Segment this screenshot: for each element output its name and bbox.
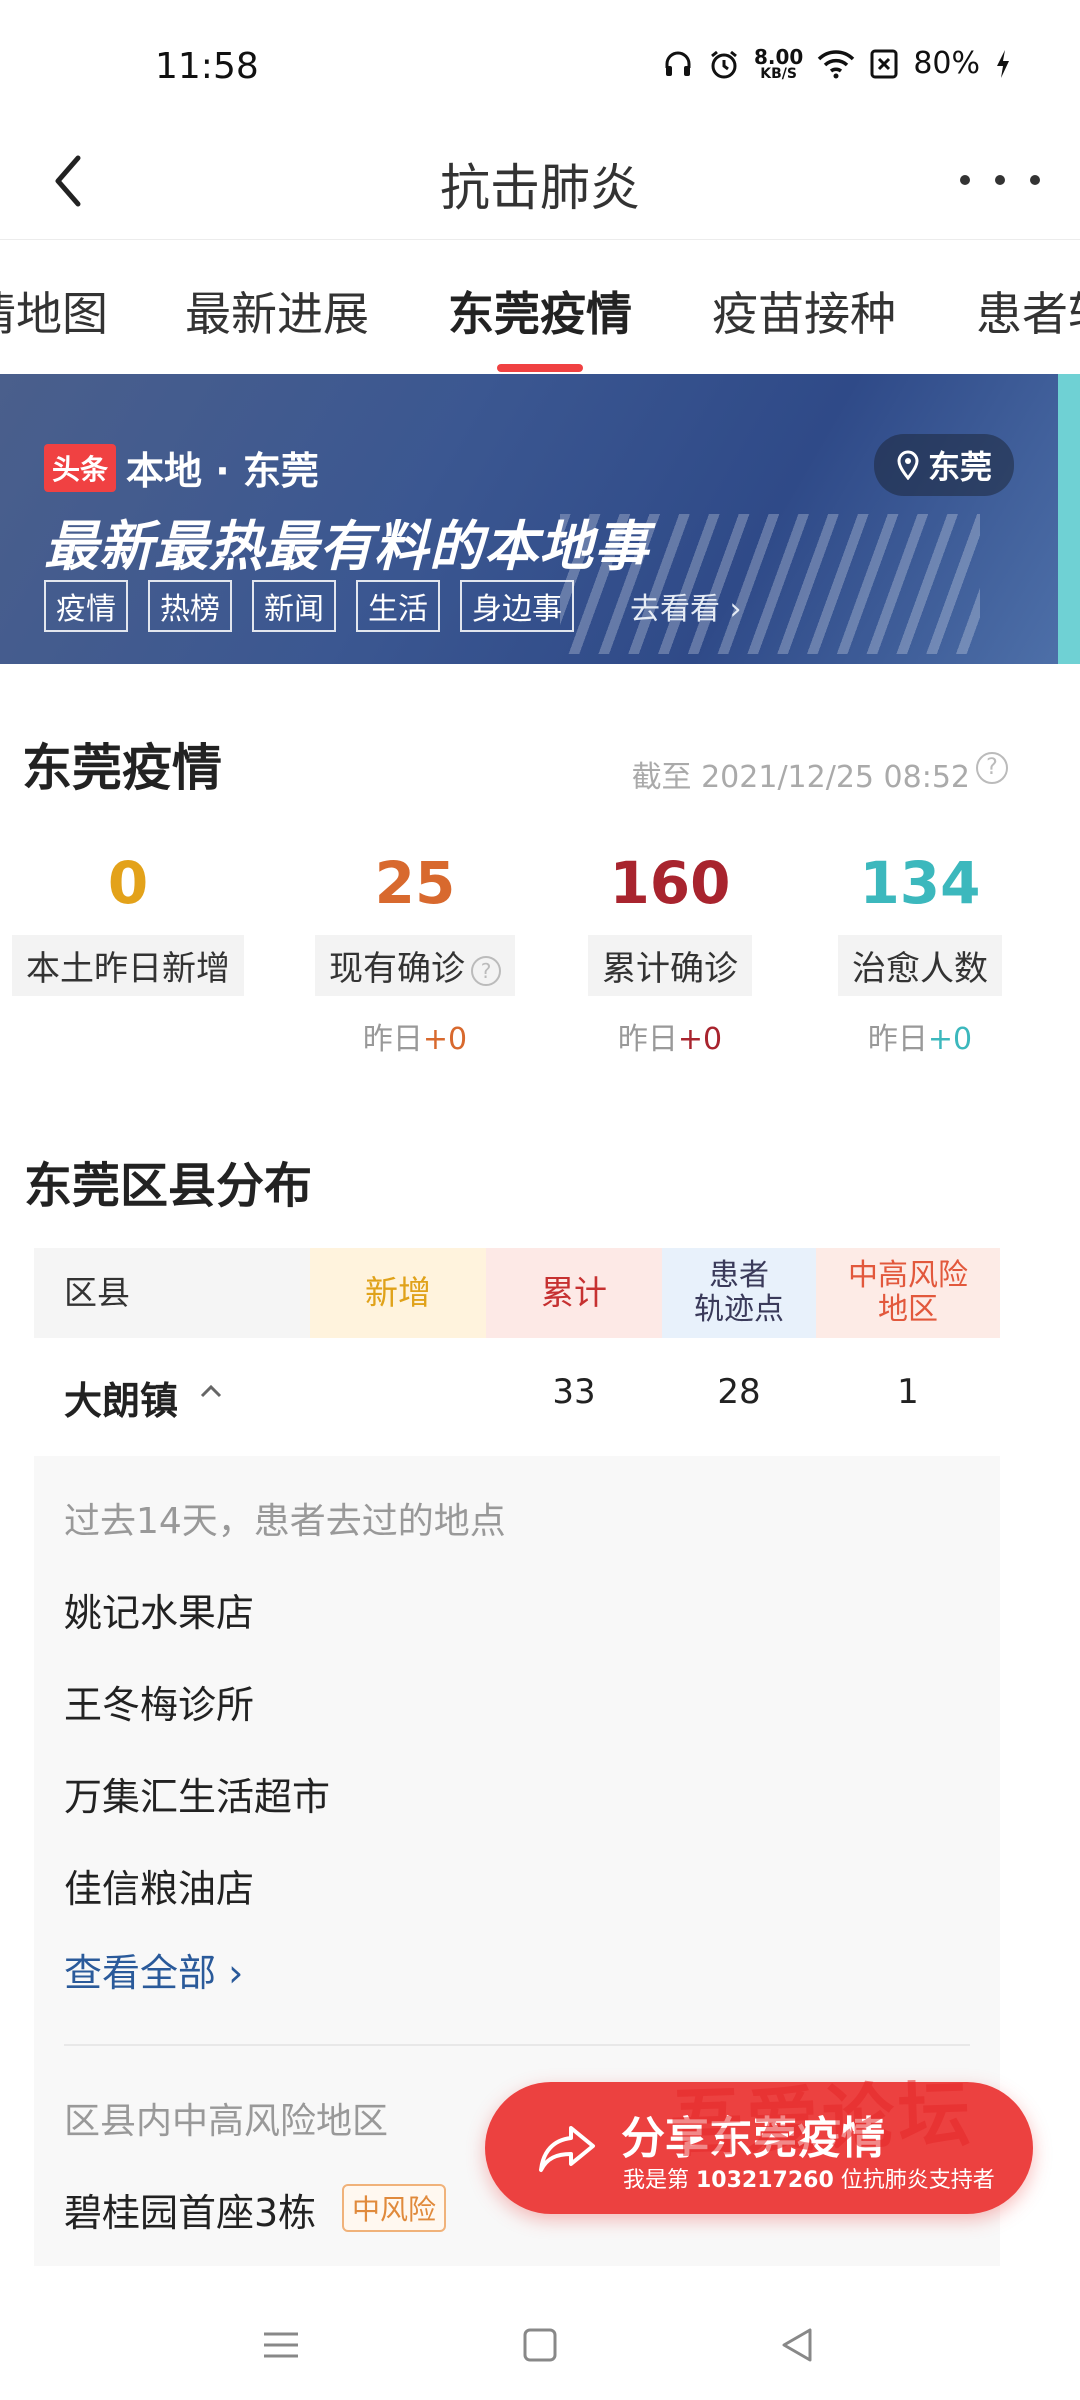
location-label: 东莞 xyxy=(927,448,992,486)
stat-label: 治愈人数 xyxy=(838,935,1002,996)
menu-icon[interactable] xyxy=(256,2320,306,2370)
status-bar: 11:58 8.00 KB/S 80% xyxy=(0,0,1080,130)
toutiao-logo: 头条 xyxy=(44,443,117,492)
chevron-up-icon[interactable] xyxy=(198,1378,224,1404)
next-banner-peek xyxy=(1058,374,1080,664)
delta-value: +0 xyxy=(677,1022,723,1057)
tab-bar: 情地图 最新进展 东莞疫情 疫苗接种 患者轨 xyxy=(0,242,1080,374)
stat-current-confirmed: 25 现有确诊? 昨日+0 xyxy=(295,845,535,1058)
stat-value: 25 xyxy=(374,849,456,917)
header: 抗击肺炎 xyxy=(0,120,1080,240)
stat-label: 本土昨日新增 xyxy=(12,935,244,996)
charging-icon xyxy=(997,49,1009,78)
stat-delta: 昨日+0 xyxy=(295,1014,535,1058)
tab-patient-trace[interactable]: 患者轨 xyxy=(976,278,1080,344)
as-of-timestamp: 截至 2021/12/25 08:52 xyxy=(631,760,970,795)
delta-prefix: 昨日 xyxy=(867,1022,928,1057)
list-item[interactable]: 姚记水果店 xyxy=(64,1582,254,1637)
system-nav-bar xyxy=(0,2290,1080,2400)
sim-off-icon xyxy=(870,49,898,78)
banner-tag[interactable]: 疫情 xyxy=(44,580,128,632)
risk-area-title: 区县内中高风险地区 xyxy=(64,2101,389,2142)
stat-label-text: 现有确诊 xyxy=(329,949,465,989)
banner-go-link[interactable]: 去看看 › xyxy=(630,584,742,628)
column-header-risk[interactable]: 中高风险 地区 xyxy=(816,1248,1000,1338)
net-speed: 8.00 KB/S xyxy=(754,47,803,81)
district-name: 大朗镇 xyxy=(64,1379,179,1423)
stat-value: 0 xyxy=(107,849,149,917)
banner-tag[interactable]: 热榜 xyxy=(148,580,232,632)
risk-level-badge: 中风险 xyxy=(342,2184,447,2232)
location-pin-icon xyxy=(897,450,919,480)
stat-label: 累计确诊 xyxy=(588,935,752,996)
column-header-area: 区县 xyxy=(34,1248,310,1338)
banner-tag[interactable]: 新闻 xyxy=(252,580,336,632)
view-all-link[interactable]: 查看全部 › xyxy=(64,1942,243,1997)
more-options-icon[interactable] xyxy=(960,160,1040,200)
district-table-header: 区县 新增 累计 患者 轨迹点 中高风险 地区 xyxy=(34,1248,1000,1338)
stat-value: 134 xyxy=(859,849,981,917)
active-tab-indicator xyxy=(497,364,583,372)
column-header-trace-label: 患者 轨迹点 xyxy=(694,1258,784,1327)
stat-value: 160 xyxy=(609,849,731,917)
banner-tag[interactable]: 身边事 xyxy=(460,580,574,632)
share-sub-prefix: 我是第 xyxy=(623,2168,696,2193)
tab-latest-progress[interactable]: 最新进展 xyxy=(185,278,369,344)
local-news-banner[interactable]: 头条 本地 · 东莞 东莞 最新最热最有料的本地事 疫情 热榜 新闻 生活 身边… xyxy=(0,374,1058,664)
back-triangle-icon[interactable] xyxy=(772,2320,822,2370)
alarm-icon xyxy=(711,50,737,78)
delta-value: +0 xyxy=(422,1022,468,1057)
share-icon xyxy=(539,2126,595,2172)
cell-risk: 1 xyxy=(897,1372,919,1412)
wifi-icon xyxy=(818,49,855,78)
stat-total-confirmed: 160 累计确诊 昨日+0 xyxy=(550,845,790,1058)
district-title: 东莞区县分布 xyxy=(24,1158,313,1214)
stat-recovered: 134 治愈人数 昨日+0 xyxy=(800,845,1040,1058)
list-item[interactable]: 王冬梅诊所 xyxy=(64,1674,254,1729)
tab-dongguan-epidemic[interactable]: 东莞疫情 xyxy=(448,278,632,344)
banner-tags: 疫情 热榜 新闻 生活 身边事 去看看 › xyxy=(44,580,742,632)
headphone-icon xyxy=(665,51,691,76)
column-header-trace[interactable]: 患者 轨迹点 xyxy=(662,1248,816,1338)
summary-title: 东莞疫情 xyxy=(22,739,222,797)
stat-delta: 昨日+0 xyxy=(550,1014,790,1058)
delta-value: +0 xyxy=(927,1022,973,1057)
column-header-total[interactable]: 累计 xyxy=(486,1248,662,1338)
tab-vaccination[interactable]: 疫苗接种 xyxy=(712,278,896,344)
stat-label[interactable]: 现有确诊? xyxy=(315,935,515,996)
help-icon[interactable]: ? xyxy=(976,752,1008,784)
table-row[interactable]: 大朗镇 33 28 1 xyxy=(34,1342,1000,1442)
watermark: 吾爱论坛 xyxy=(668,2070,976,2167)
list-item[interactable]: 万集汇生活超市 xyxy=(64,1766,330,1821)
banner-tag[interactable]: 生活 xyxy=(356,580,440,632)
status-time: 11:58 xyxy=(155,46,259,87)
column-header-new[interactable]: 新增 xyxy=(310,1248,486,1338)
supporter-number: 103217260 xyxy=(696,2168,834,2193)
share-sub-suffix: 位抗肺炎支持者 xyxy=(833,2168,995,2193)
home-square-icon[interactable] xyxy=(515,2320,565,2370)
net-speed-value: 8.00 xyxy=(753,44,804,69)
stat-delta: 昨日+0 xyxy=(800,1014,1040,1058)
banner-brand-text: 本地 · 东莞 xyxy=(126,449,319,493)
page-title: 抗击肺炎 xyxy=(440,159,640,217)
cell-total: 33 xyxy=(552,1372,596,1412)
help-icon[interactable]: ? xyxy=(471,955,501,986)
cell-trace: 28 xyxy=(717,1372,761,1412)
column-header-risk-label: 中高风险 地区 xyxy=(848,1258,968,1327)
list-item[interactable]: 佳信粮油店 xyxy=(64,1858,254,1913)
tab-epidemic-map[interactable]: 情地图 xyxy=(0,278,108,344)
net-speed-unit: KB/S xyxy=(760,65,797,82)
places-hint: 过去14天，患者去过的地点 xyxy=(64,1501,506,1542)
delta-prefix: 昨日 xyxy=(362,1022,423,1057)
banner-slogan: 最新最热最有料的本地事 xyxy=(44,515,649,578)
delta-prefix: 昨日 xyxy=(617,1022,678,1057)
divider xyxy=(64,2044,970,2046)
risk-area-name[interactable]: 碧桂园首座3栋 xyxy=(64,2182,316,2237)
stat-local-new: 0 本土昨日新增 xyxy=(8,845,248,996)
battery-level: 80% xyxy=(913,46,980,81)
status-icons: 8.00 KB/S 80% xyxy=(662,46,1012,81)
banner-brand: 头条 本地 · 东莞 xyxy=(44,440,319,495)
location-pill[interactable]: 东莞 xyxy=(873,434,1014,496)
